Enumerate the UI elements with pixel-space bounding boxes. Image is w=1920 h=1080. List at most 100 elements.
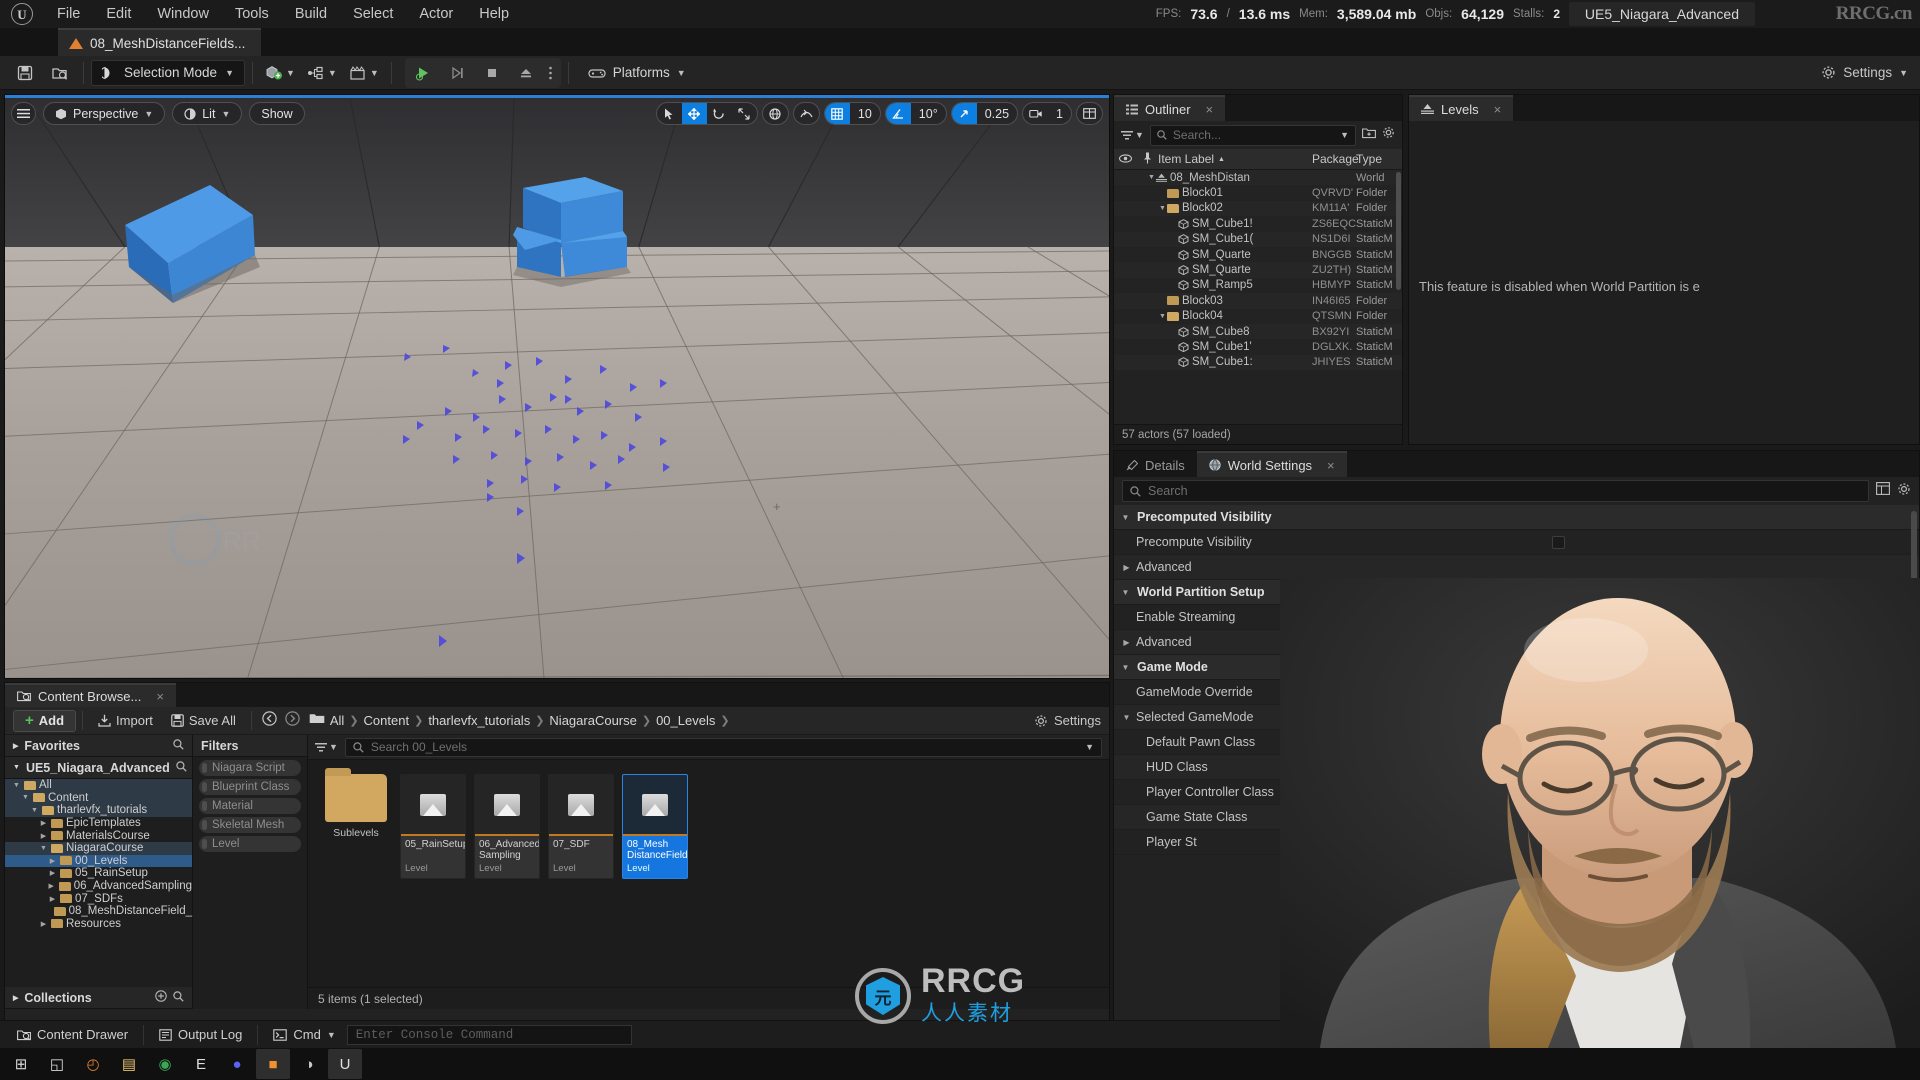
tab-content-browser[interactable]: Content Browse... ×	[5, 683, 176, 707]
platforms-dropdown[interactable]: Platforms ▼	[576, 59, 698, 87]
content-drawer-button[interactable]: Content Drawer	[6, 1024, 139, 1046]
menu-edit[interactable]: Edit	[93, 2, 144, 26]
expand-twisty[interactable]: ▼	[1158, 205, 1167, 212]
outliner-row[interactable]: Block01 QVRVD' Folder	[1114, 185, 1402, 201]
outliner-search-input[interactable]: Search... ▼	[1149, 124, 1356, 146]
root-folder-icon[interactable]	[304, 712, 330, 730]
add-folder-icon[interactable]	[1362, 126, 1376, 144]
back-arrow-icon[interactable]	[258, 710, 281, 731]
expand-twisty[interactable]: ▼	[1158, 313, 1167, 320]
close-icon[interactable]: ×	[1327, 458, 1335, 473]
add-button[interactable]: + Add	[13, 709, 77, 732]
expand-twisty[interactable]: ▶	[48, 895, 57, 903]
source-control-icon[interactable]	[42, 59, 76, 87]
outliner-row[interactable]: SM_Quarte ZU2TH) StaticM	[1114, 262, 1402, 278]
folder-tree-item[interactable]: ▼ Content	[5, 791, 192, 805]
blueprints-icon[interactable]: ▼	[302, 59, 342, 87]
chrome-icon[interactable]: ◉	[148, 1049, 182, 1079]
asset-card[interactable]: 06_Advanced Sampling Level	[474, 774, 540, 879]
menu-actor[interactable]: Actor	[406, 2, 466, 26]
menu-help[interactable]: Help	[466, 2, 522, 26]
folder-tree-item[interactable]: ▶ MaterialsCourse	[5, 829, 192, 842]
outliner-row[interactable]: SM_Cube1: JHIYES StaticM	[1114, 354, 1402, 371]
selection-mode-dropdown[interactable]: Selection Mode ▼	[91, 59, 245, 86]
perspective-dropdown[interactable]: Perspective ▼	[43, 102, 166, 125]
chevron-down-icon[interactable]: ▼	[1085, 742, 1094, 752]
property-subcategory[interactable]: ▶ Advanced	[1114, 555, 1919, 580]
select-tool-icon[interactable]	[657, 103, 682, 124]
task-view-icon[interactable]: ◱	[40, 1049, 74, 1079]
viewport-menu-icon[interactable]	[11, 102, 36, 125]
outliner-row[interactable]: SM_Cube1! ZS6EQC StaticM	[1114, 216, 1402, 232]
close-icon[interactable]: ×	[1206, 102, 1214, 117]
expand-twisty[interactable]: ▼	[12, 782, 21, 789]
breadcrumb-levels[interactable]: 00_Levels	[656, 713, 715, 728]
tab-world-settings[interactable]: World Settings ×	[1196, 451, 1347, 477]
grid-snap-value[interactable]: 10	[850, 103, 880, 124]
favorites-section[interactable]: ▶ Favorites	[5, 735, 192, 757]
level-tab[interactable]: 08_MeshDistanceFields...	[58, 28, 262, 56]
content-browser-folder-tree[interactable]: ▼ All ▼ Content ▼ tharlevfx_tutorials ▶ EpicTem…	[5, 779, 192, 930]
settings-gear-icon[interactable]	[1897, 482, 1911, 501]
scale-tool-icon[interactable]	[732, 103, 757, 124]
move-tool-icon[interactable]	[681, 103, 707, 124]
level-viewport[interactable]: RR + Perspective ▼ Lit ▼ Show 10 10° 0.2…	[4, 94, 1110, 679]
world-coords-icon[interactable]	[763, 103, 788, 124]
file-explorer-icon[interactable]: ▤	[112, 1049, 146, 1079]
expand-twisty[interactable]: ▶	[39, 920, 48, 928]
import-button[interactable]: Import	[89, 710, 162, 732]
notes-icon[interactable]: ■	[256, 1049, 290, 1079]
folder-tree-item[interactable]: ▶ 07_SDFs	[5, 892, 192, 905]
search-icon[interactable]	[173, 990, 184, 1005]
menu-file[interactable]: File	[44, 2, 93, 26]
folder-tree-item[interactable]: 08_MeshDistanceField_	[5, 905, 192, 918]
menu-select[interactable]: Select	[340, 2, 406, 26]
show-flags-dropdown[interactable]: Show	[249, 102, 305, 125]
discord-icon[interactable]: ●	[220, 1049, 254, 1079]
filter-list[interactable]: Niagara Script Blueprint Class Material Ske…	[193, 760, 307, 852]
asset-card[interactable]: 07_SDF Level	[548, 774, 614, 879]
save-all-button[interactable]: Save All	[162, 710, 245, 732]
menu-build[interactable]: Build	[282, 2, 340, 26]
column-item-label[interactable]: Item Label	[1158, 152, 1214, 166]
save-icon[interactable]	[8, 59, 42, 87]
outliner-row[interactable]: SM_Quarte BNGGB StaticM	[1114, 246, 1402, 263]
outliner-row[interactable]: SM_Cube1' DGLXK. StaticM	[1114, 339, 1402, 355]
folder-tree-item[interactable]: ▶ Resources	[5, 918, 192, 931]
breadcrumb-all[interactable]: All	[330, 713, 344, 728]
view-mode-dropdown[interactable]: Lit ▼	[172, 102, 243, 125]
outliner-row[interactable]: ▼ 08_MeshDistan World	[1114, 170, 1402, 186]
content-browser-settings[interactable]: Settings	[1034, 713, 1101, 728]
expand-twisty[interactable]: ▼	[30, 807, 39, 814]
expand-twisty[interactable]: ▼	[21, 794, 30, 801]
eject-icon[interactable]	[509, 59, 543, 87]
unreal-logo-icon[interactable]: U	[0, 0, 44, 28]
column-package[interactable]: Package	[1312, 152, 1359, 166]
settings-gear-icon[interactable]	[1382, 126, 1395, 144]
eye-icon[interactable]	[1114, 152, 1136, 166]
menu-window[interactable]: Window	[144, 2, 222, 26]
property-checkbox[interactable]	[1552, 535, 1565, 549]
stop-icon[interactable]	[475, 59, 509, 87]
folder-tree-item[interactable]: ▼ NiagaraCourse	[5, 841, 192, 855]
asset-card[interactable]: 05_RainSetup Level	[400, 774, 466, 879]
filter-icon[interactable]: ▼	[315, 742, 338, 753]
breadcrumb-content[interactable]: Content	[364, 713, 410, 728]
expand-twisty[interactable]: ▶	[48, 869, 57, 877]
cmd-dropdown[interactable]: Cmd ▼	[262, 1024, 346, 1046]
expand-twisty[interactable]: ▼	[39, 845, 48, 852]
grid-snap-icon[interactable]	[824, 103, 850, 124]
filter-pill[interactable]: Level	[199, 836, 301, 852]
filter-pill[interactable]: Niagara Script	[199, 760, 301, 776]
filter-pill[interactable]: Skeletal Mesh	[199, 817, 301, 833]
folder-tree-item[interactable]: ▶ 00_Levels	[5, 854, 192, 868]
breadcrumb-tutorials[interactable]: tharlevfx_tutorials	[428, 713, 530, 728]
angle-snap-value[interactable]: 10°	[911, 103, 946, 124]
outliner-row[interactable]: SM_Cube1(NS1D6I StaticM	[1114, 231, 1402, 247]
close-icon[interactable]: ×	[156, 689, 164, 704]
close-icon[interactable]: ×	[1494, 102, 1502, 117]
property-category-header[interactable]: ▼ Precomputed Visibility	[1114, 505, 1919, 530]
expand-twisty[interactable]: ▶	[39, 832, 48, 840]
start-icon[interactable]: ⊞	[4, 1049, 38, 1079]
asset-folder-sublevels[interactable]: Sublevels	[322, 768, 390, 879]
